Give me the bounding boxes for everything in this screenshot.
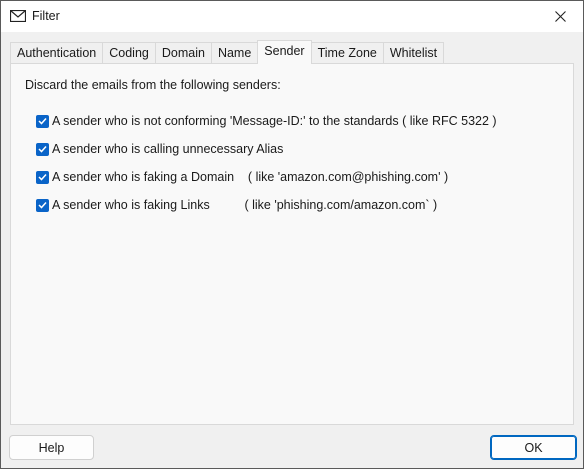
panel-heading: Discard the emails from the following se… (25, 78, 281, 92)
title-bar[interactable]: Filter (1, 1, 583, 32)
sender-panel: Discard the emails from the following se… (10, 63, 574, 425)
envelope-icon (10, 10, 26, 22)
checkbox-faking-domain[interactable] (36, 170, 49, 184)
ok-button[interactable]: OK (490, 435, 577, 460)
tab-domain[interactable]: Domain (154, 42, 212, 64)
option-faking-links[interactable]: A sender who is faking Links ( like 'phi… (36, 197, 437, 213)
option-faking-domain[interactable]: A sender who is faking a Domain ( like '… (36, 169, 448, 185)
option-label: A sender who is calling unnecessary Alia… (52, 142, 284, 156)
checkbox-unnecessary-alias[interactable] (36, 142, 49, 156)
option-label: A sender who is not conforming 'Message-… (52, 114, 497, 128)
tab-strip: Authentication Coding Domain Name Sender… (10, 40, 445, 64)
checkbox-faking-links[interactable] (36, 198, 49, 212)
checkbox-message-id[interactable] (36, 114, 49, 128)
option-unnecessary-alias[interactable]: A sender who is calling unnecessary Alia… (36, 141, 283, 157)
tab-coding[interactable]: Coding (102, 42, 156, 64)
option-message-id[interactable]: A sender who is not conforming 'Message-… (36, 113, 497, 129)
tab-name[interactable]: Name (210, 42, 259, 64)
checkmark-icon (38, 117, 47, 125)
checkmark-icon (38, 201, 47, 209)
option-label: A sender who is faking a Domain ( like '… (52, 170, 449, 184)
help-button[interactable]: Help (9, 435, 94, 460)
tab-sender[interactable]: Sender (257, 40, 312, 64)
tab-whitelist[interactable]: Whitelist (382, 42, 445, 64)
checkmark-icon (38, 145, 47, 153)
close-icon (554, 11, 566, 22)
tab-authentication[interactable]: Authentication (10, 42, 104, 64)
checkmark-icon (38, 173, 47, 181)
tab-time-zone[interactable]: Time Zone (310, 42, 384, 64)
window-title: Filter (32, 9, 60, 23)
filter-dialog: Filter Authentication Coding Domain Name… (0, 0, 584, 469)
option-label: A sender who is faking Links ( like 'phi… (52, 198, 438, 212)
close-button[interactable] (537, 1, 583, 32)
